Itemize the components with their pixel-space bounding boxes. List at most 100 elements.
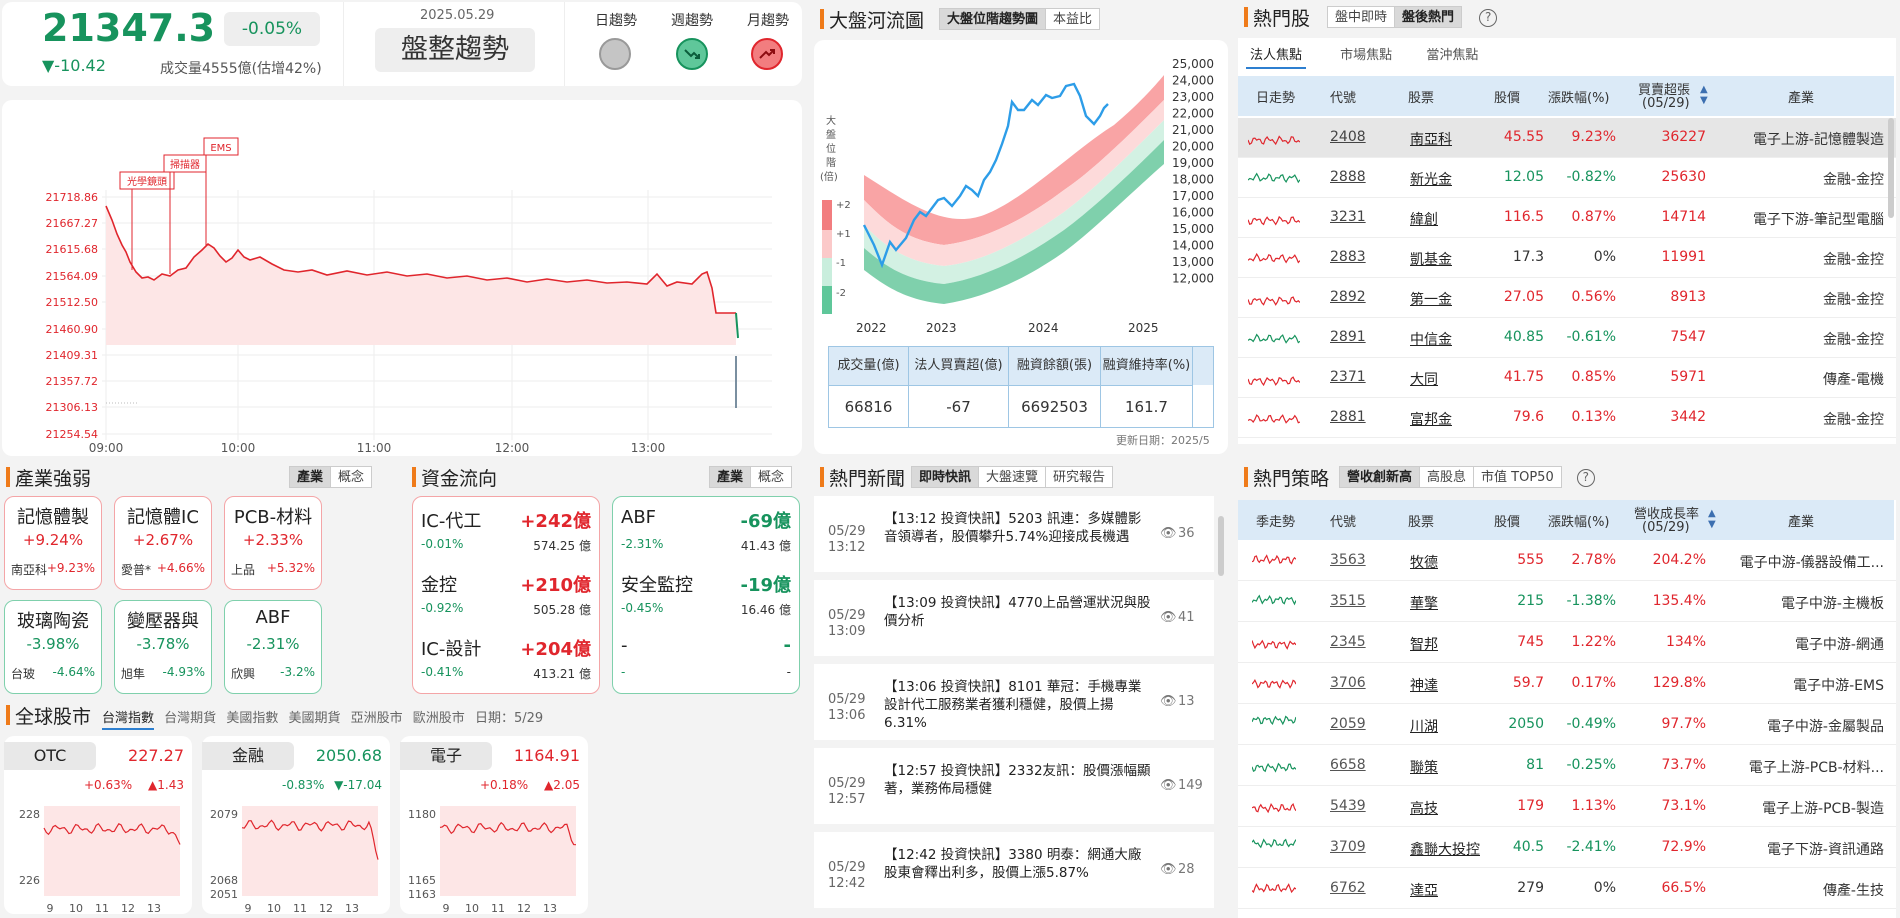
tab-top50[interactable]: 市值 TOP50 (1473, 466, 1562, 488)
hot-table-row[interactable]: 2881 富邦金 79.6 0.13% 3442 金融-金控 (1238, 398, 1896, 438)
tab-us-futures[interactable]: 美國期貨 (288, 711, 340, 726)
news-headline[interactable]: 【13:12 投資快訊】5203 訊連：多媒體影音領導者，股價攀升5.74%迎接… (884, 510, 1154, 546)
stock-code-link[interactable]: 3706 (1330, 675, 1366, 691)
flow-sector-name[interactable]: IC-設計 (421, 635, 481, 661)
flow-sector-name[interactable]: - (621, 635, 628, 656)
tab-revenue-high[interactable]: 營收創新高 (1339, 466, 1421, 488)
subtab-daytrade[interactable]: 當沖焦點 (1426, 44, 1478, 63)
help-icon[interactable]: ? (1479, 9, 1498, 27)
industry-card[interactable]: ABF -2.31% 欣興 -3.2% (224, 600, 322, 694)
stock-code-link[interactable]: 3515 (1330, 593, 1366, 609)
tab-news-market[interactable]: 大盤速覽 (978, 466, 1047, 488)
tab-tw-index[interactable]: 台灣指數 (102, 711, 155, 730)
stock-name-link[interactable]: 緯創 (1410, 209, 1438, 229)
tab-news-flash[interactable]: 即時快訊 (911, 466, 980, 488)
stock-code-link[interactable]: 2059 (1330, 716, 1366, 732)
tab-europe[interactable]: 歐洲股市 (413, 711, 465, 726)
global-index-card[interactable]: OTC 227.27 +0.63% ▲1.43 228 226 9 10 11 12 13 (4, 736, 192, 915)
stock-name-link[interactable]: 凱基金 (1410, 249, 1452, 269)
stock-code-link[interactable]: 2881 (1330, 409, 1366, 425)
strategy-table-row[interactable]: 6658 聯策 81 -0.25% 73.7% 電子上游-PCB-材料... (1238, 745, 1896, 786)
hot-table-row[interactable]: 2888 新光金 12.05 -0.82% 25630 金融-金控 (1238, 158, 1896, 198)
industry-card[interactable]: 記憶體IC +2.67% 愛普* +4.66% (114, 496, 212, 590)
news-headline[interactable]: 【13:06 投資快訊】8101 華冠：手機專業設計代工服務業者獲利穩健，股價上… (884, 678, 1154, 732)
tab-asia[interactable]: 亞洲股市 (351, 711, 403, 726)
stock-name-link[interactable]: 華擎 (1410, 593, 1438, 613)
strategy-table-row[interactable]: 3563 牧德 555 2.78% 204.2% 電子中游-儀器設備工... (1238, 540, 1896, 581)
stock-name-link[interactable]: 川湖 (1410, 716, 1438, 736)
stock-name-link[interactable]: 牧德 (1410, 552, 1438, 572)
stock-code-link[interactable]: 3231 (1330, 209, 1366, 225)
news-scrollbar[interactable] (1218, 516, 1224, 576)
stock-name-link[interactable]: 第一金 (1410, 289, 1452, 309)
hot-table-row[interactable]: 2891 中信金 40.85 -0.61% 7547 金融-金控 (1238, 318, 1896, 358)
industry-card[interactable]: 記憶體製 +9.24% 南亞科 +9.23% (4, 496, 102, 590)
intraday-chart[interactable]: 21718.86 21667.27 21615.68 21564.09 21512.50… (2, 100, 802, 456)
tab-river-position[interactable]: 大盤位階趨勢圖 (939, 8, 1047, 30)
news-item[interactable]: 05/29 13:06 【13:06 投資快訊】8101 華冠：手機專業設計代工服務… (814, 664, 1214, 740)
hot-scrollbar[interactable] (1888, 118, 1894, 218)
tab-industry[interactable]: 產業 (289, 466, 332, 488)
help-icon[interactable]: ? (1576, 469, 1595, 487)
stock-name-link[interactable]: 高技 (1410, 798, 1438, 818)
stock-code-link[interactable]: 3709 (1330, 839, 1366, 855)
stock-code-link[interactable]: 3563 (1330, 552, 1366, 568)
stock-name-link[interactable]: 聯策 (1410, 757, 1438, 777)
stock-name-link[interactable]: 智邦 (1410, 634, 1438, 654)
sort-icon[interactable]: ▲ ▼ (1708, 508, 1716, 530)
flow-sector-name[interactable]: 安全監控 (621, 571, 693, 597)
flow-sector-name[interactable]: 金控 (421, 571, 457, 597)
strategy-table-row[interactable]: 3515 華擎 215 -1.38% 135.4% 電子中游-主機板 (1238, 581, 1896, 622)
stock-code-link[interactable]: 6658 (1330, 757, 1366, 773)
hot-table-row[interactable]: 2892 第一金 27.05 0.56% 8913 金融-金控 (1238, 278, 1896, 318)
annotation-ems[interactable]: EMS (203, 137, 239, 246)
subtab-market[interactable]: 市場焦點 (1340, 44, 1392, 63)
stock-code-link[interactable]: 2891 (1330, 329, 1366, 345)
news-headline[interactable]: 【13:09 投資快訊】4770上品營運狀況與股價分析 (884, 594, 1154, 630)
strategy-table-row[interactable]: 3706 神達 59.7 0.17% 129.8% 電子中游-EMS (1238, 663, 1896, 704)
news-item[interactable]: 05/29 12:57 【12:57 投資快訊】2332友訊：股價漲幅顯著，業務佈局… (814, 748, 1214, 824)
stock-code-link[interactable]: 2883 (1330, 249, 1366, 265)
stock-name-link[interactable]: 鑫聯大投控 (1410, 839, 1480, 859)
tab-intraday[interactable]: 盤中即時 (1327, 6, 1396, 28)
stock-code-link[interactable]: 5439 (1330, 798, 1366, 814)
stock-name-link[interactable]: 大同 (1410, 369, 1438, 389)
tab-us-index[interactable]: 美國指數 (226, 711, 278, 726)
stock-name-link[interactable]: 神達 (1410, 675, 1438, 695)
stock-code-link[interactable]: 2892 (1330, 289, 1366, 305)
flow-sector-name[interactable]: IC-代工 (421, 507, 481, 533)
strategy-table-row[interactable]: 5439 高技 179 1.13% 73.1% 電子上游-PCB-製造 (1238, 786, 1896, 827)
sort-icon[interactable]: ▲ ▼ (1700, 84, 1708, 106)
hot-table-row[interactable]: 2408 南亞科 45.55 9.23% 36227 電子上游-記憶體製造 (1238, 118, 1896, 158)
river-chart[interactable]: 大 盤 位 階 (倍) +2 +1 -1 -2 25,000 24,000 23,0… (814, 40, 1228, 340)
stock-name-link[interactable]: 富邦金 (1410, 409, 1452, 429)
tab-flow-concept[interactable]: 概念 (750, 466, 793, 488)
global-index-card[interactable]: 電子 1164.91 +0.18% ▲2.05 1180 1165 1163 9 10 11 12 1… (400, 736, 588, 915)
hot-table-row[interactable]: 2883 凱基金 17.3 0% 11991 金融-金控 (1238, 238, 1896, 278)
tab-tw-futures[interactable]: 台灣期貨 (164, 711, 216, 726)
strategy-table-row[interactable]: 2059 川湖 2050 -0.49% 97.7% 電子中游-金屬製品 (1238, 704, 1896, 745)
strategy-table-row[interactable]: 6762 達亞 279 0% 66.5% 傳產-生技 (1238, 868, 1896, 909)
industry-card[interactable]: 玻璃陶瓷 -3.98% 台玻 -4.64% (4, 600, 102, 694)
strategy-table-row[interactable]: 3709 鑫聯大投控 40.5 -2.41% 72.9% 電子下游-資訊通路 (1238, 827, 1896, 868)
news-item[interactable]: 05/29 13:09 【13:09 投資快訊】4770上品營運狀況與股價分析 👁 41 (814, 580, 1214, 656)
tab-after-hours[interactable]: 盤後熱門 (1394, 6, 1463, 28)
news-item[interactable]: 05/29 12:42 【12:42 投資快訊】3380 明泰：網通大廠股東會釋出利… (814, 832, 1214, 908)
subtab-institutional[interactable]: 法人焦點 (1246, 44, 1307, 69)
stock-name-link[interactable]: 新光金 (1410, 169, 1452, 189)
industry-card[interactable]: 變壓器與 -3.78% 旭隼 -4.93% (114, 600, 212, 694)
news-headline[interactable]: 【12:42 投資快訊】3380 明泰：網通大廠股東會釋出利多，股價上漲5.87… (884, 846, 1154, 882)
hot-table-row[interactable]: 2371 大同 41.75 0.85% 5971 傳產-電機 (1238, 358, 1896, 398)
global-index-card[interactable]: 金融 2050.68 -0.83% ▼-17.04 2079 2068 2051 9 10 11 1… (202, 736, 390, 915)
industry-card[interactable]: PCB-材料 +2.33% 上品 +5.32% (224, 496, 322, 590)
news-headline[interactable]: 【12:57 投資快訊】2332友訊：股價漲幅顯著，業務佈局穩健 (884, 762, 1154, 798)
stock-name-link[interactable]: 南亞科 (1410, 129, 1452, 149)
tab-river-pe[interactable]: 本益比 (1045, 8, 1101, 30)
tab-news-research[interactable]: 研究報告 (1045, 466, 1114, 488)
strategy-table-row[interactable]: 2345 智邦 745 1.22% 134% 電子中游-網通 (1238, 622, 1896, 663)
tab-flow-industry[interactable]: 產業 (709, 466, 752, 488)
stock-code-link[interactable]: 2408 (1330, 129, 1366, 145)
tab-concept[interactable]: 概念 (330, 466, 373, 488)
news-item[interactable]: 05/29 13:12 【13:12 投資快訊】5203 訊連：多媒體影音領導者，股… (814, 496, 1214, 572)
stock-code-link[interactable]: 2888 (1330, 169, 1366, 185)
